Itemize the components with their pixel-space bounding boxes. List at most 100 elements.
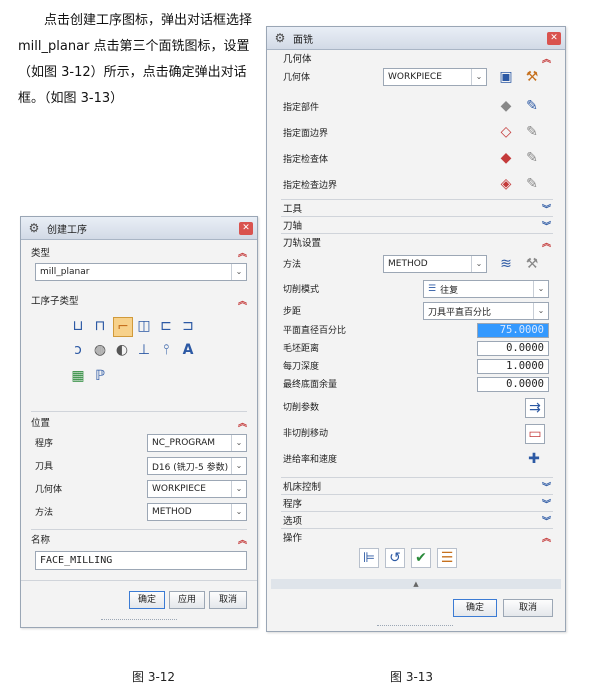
program-section-header[interactable]: 程序 ︾ — [283, 496, 551, 510]
flat-diameter-percent-input[interactable]: 75.0000 — [477, 323, 549, 338]
name-input[interactable]: FACE_MILLING — [35, 551, 247, 570]
final-floor-stock-input[interactable]: 0.0000 — [477, 377, 549, 392]
geometry-select[interactable]: WORKPIECE ⌄ — [147, 480, 247, 498]
resize-grip[interactable] — [101, 619, 177, 623]
list-icon[interactable]: ☰ — [437, 548, 457, 568]
cleanup-corners-icon[interactable]: ↄ — [69, 341, 87, 359]
tool-section-header[interactable]: 工具 ︾ — [283, 201, 551, 215]
part-body-icon[interactable]: ◆ — [497, 97, 515, 115]
geometry-section-header[interactable]: 几何体 ︽ — [283, 51, 551, 65]
flashlight-icon[interactable]: ✎ — [523, 123, 541, 141]
cancel-button[interactable]: 取消 — [503, 599, 553, 617]
flashlight-icon[interactable]: ✎ — [523, 97, 541, 115]
name-section-label: 名称 — [31, 535, 51, 546]
resize-grip[interactable] — [377, 625, 453, 629]
program-section-label: 程序 — [283, 499, 303, 510]
feeds-speeds-icon[interactable]: ✚ — [525, 450, 543, 468]
floor-wall-ipw-icon[interactable]: ⊓ — [91, 317, 109, 335]
planar-profile-icon[interactable]: ⊐ — [179, 317, 197, 335]
gear-icon: ⚙ — [28, 221, 40, 235]
flashlight-icon[interactable]: ✎ — [523, 149, 541, 167]
chevron-down-icon[interactable]: ⌄ — [231, 481, 246, 497]
chevron-down-icon[interactable]: ⌄ — [533, 303, 548, 319]
subtype-section-header[interactable]: 工序子类型 ︽ — [31, 293, 247, 307]
program-select[interactable]: NC_PROGRAM ⌄ — [147, 434, 247, 452]
verify-icon[interactable]: ✔ — [411, 548, 431, 568]
chevron-up-icon[interactable]: ︽ — [542, 52, 551, 65]
name-section-header[interactable]: 名称 ︽ — [31, 532, 247, 546]
generate-icon[interactable]: ⊫ — [359, 548, 379, 568]
cancel-button[interactable]: 取消 — [209, 591, 247, 609]
path-settings-section-header[interactable]: 刀轨设置 ︽ — [283, 235, 551, 249]
chevron-down-icon[interactable]: ︾ — [542, 202, 551, 215]
chevron-up-icon[interactable]: ︽ — [542, 531, 551, 544]
expand-bar[interactable]: ▲ — [271, 579, 561, 589]
edit-wrench-icon[interactable]: ⚒ — [523, 68, 541, 86]
chevron-up-icon[interactable]: ︽ — [238, 533, 247, 546]
finish-walls-icon[interactable]: ◍ — [91, 341, 109, 359]
ok-button[interactable]: 确定 — [453, 599, 497, 617]
method-select[interactable]: METHOD ⌄ — [147, 503, 247, 521]
planar-mill-icon[interactable]: ⊏ — [157, 317, 175, 335]
chevron-up-icon[interactable]: ︽ — [238, 246, 247, 259]
chevron-up-icon[interactable]: ︽ — [238, 294, 247, 307]
chevron-down-icon[interactable]: ⌄ — [231, 435, 246, 451]
groove-milling-icon[interactable]: ⊥ — [135, 341, 153, 359]
type-select[interactable]: mill_planar ⌄ — [35, 263, 247, 281]
apply-button[interactable]: 应用 — [169, 591, 205, 609]
check-body-icon[interactable]: ◆ — [497, 149, 515, 167]
chevron-down-icon[interactable]: ︾ — [542, 480, 551, 493]
finish-floor-icon[interactable]: ◐ — [113, 341, 131, 359]
face-manual-icon[interactable]: ◫ — [135, 317, 153, 335]
ok-button[interactable]: 确定 — [129, 591, 165, 609]
stepover-value: 刀具平直百分比 — [428, 307, 492, 318]
new-geometry-icon[interactable]: ▣ — [497, 68, 515, 86]
flashlight-icon[interactable]: ✎ — [523, 175, 541, 193]
planar-text-icon[interactable]: A — [179, 341, 197, 359]
depth-per-cut-label: 每刀深度 — [283, 362, 320, 372]
chevron-down-icon[interactable]: ⌄ — [533, 281, 548, 297]
non-cutting-moves-icon[interactable]: ▭ — [525, 424, 545, 444]
path-settings-section-label: 刀轨设置 — [283, 238, 322, 249]
chevron-down-icon[interactable]: ︾ — [542, 219, 551, 232]
floor-wall-icon[interactable]: ⊔ — [69, 317, 87, 335]
check-boundary-icon[interactable]: ◈ — [497, 175, 515, 193]
hole-milling-icon[interactable]: ⫯ — [157, 341, 175, 359]
edit-wrench-icon[interactable]: ⚒ — [523, 255, 541, 273]
type-section-header[interactable]: 类型 ︽ — [31, 245, 247, 259]
dialog-title: 面铣 — [293, 34, 313, 46]
cut-params-label: 切削参数 — [283, 403, 320, 413]
method-select[interactable]: METHOD ⌄ — [383, 255, 487, 273]
actions-section-header[interactable]: 操作 ︽ — [283, 530, 551, 544]
chevron-down-icon[interactable]: ︾ — [542, 497, 551, 510]
type-section-label: 类型 — [31, 248, 51, 259]
chevron-down-icon[interactable]: ︾ — [542, 514, 551, 527]
chevron-up-icon[interactable]: ︽ — [238, 416, 247, 429]
face-boundary-icon[interactable]: ◇ — [497, 123, 515, 141]
blank-distance-input[interactable]: 0.0000 — [477, 341, 549, 356]
machine-control-section-header[interactable]: 机床控制 ︾ — [283, 479, 551, 493]
geometry-select[interactable]: WORKPIECE ⌄ — [383, 68, 487, 86]
chevron-up-icon[interactable]: ︽ — [542, 236, 551, 249]
cut-params-icon[interactable]: ⇉ — [525, 398, 545, 418]
close-icon[interactable]: ✕ — [547, 31, 561, 45]
blank-distance-label: 毛坯距离 — [283, 344, 320, 354]
cut-pattern-select[interactable]: ☰ 往复 ⌄ — [423, 280, 549, 298]
tool-select[interactable]: D16 (铣刀-5 参数) ⌄ — [147, 457, 247, 475]
mill-control-icon[interactable]: ℙ — [91, 367, 109, 385]
chevron-down-icon[interactable]: ⌄ — [231, 458, 246, 474]
new-method-icon[interactable]: ≋ — [497, 255, 515, 273]
chevron-down-icon[interactable]: ⌄ — [471, 256, 486, 272]
location-section-header[interactable]: 位置 ︽ — [31, 415, 247, 429]
chevron-down-icon[interactable]: ⌄ — [471, 69, 486, 85]
stepover-select[interactable]: 刀具平直百分比 ⌄ — [423, 302, 549, 320]
replay-icon[interactable]: ↺ — [385, 548, 405, 568]
close-icon[interactable]: ✕ — [239, 221, 253, 235]
axis-section-header[interactable]: 刀轴 ︾ — [283, 218, 551, 232]
depth-per-cut-input[interactable]: 1.0000 — [477, 359, 549, 374]
chevron-down-icon[interactable]: ⌄ — [231, 504, 246, 520]
user-defined-icon[interactable]: ▦ — [69, 367, 87, 385]
face-milling-icon[interactable]: ⌐ — [113, 317, 133, 337]
options-section-header[interactable]: 选项 ︾ — [283, 513, 551, 527]
chevron-down-icon[interactable]: ⌄ — [231, 264, 246, 280]
